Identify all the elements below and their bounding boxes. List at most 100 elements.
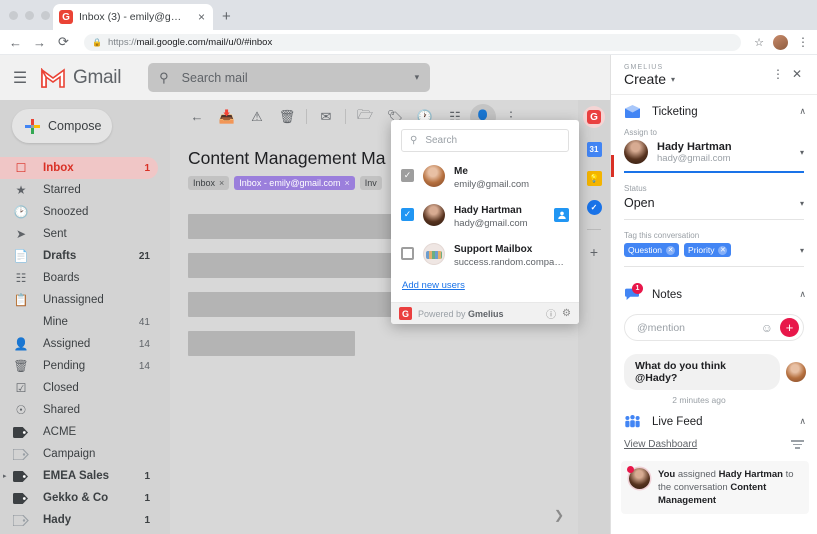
sidebar-item-sent[interactable]: ➤ Sent <box>0 223 158 245</box>
emoji-icon[interactable]: ☺ <box>761 321 773 335</box>
filter-icon[interactable] <box>791 438 804 451</box>
assignee-option-support-mailbox[interactable]: Support Mailbox success.random.company@g… <box>391 234 579 273</box>
back-to-inbox-icon[interactable]: ← <box>182 102 212 132</box>
assignee-selector[interactable]: Hady Hartman hady@gmail.com ▾ <box>624 140 804 169</box>
label-chip[interactable]: Inbox - emily@gmail.com × <box>234 176 355 190</box>
google-calendar-icon[interactable]: 31 <box>586 142 602 157</box>
live-feed-entry-text: You assigned Hady Hartman to the convers… <box>658 468 794 506</box>
chevron-right-icon[interactable]: ▸ <box>3 472 7 480</box>
note-placeholder: @mention <box>637 321 686 334</box>
sidebar-item-closed[interactable]: ☑ Closed <box>0 377 158 399</box>
assignee-email: hady@gmail.com <box>454 218 528 229</box>
gmelius-favicon-icon: G <box>59 10 73 24</box>
remove-tag-icon[interactable]: ✕ <box>666 245 676 255</box>
browser-profile-avatar[interactable] <box>773 34 788 50</box>
sidebar-item-inbox[interactable]: ☐ Inbox 1 <box>0 157 158 179</box>
new-tab-icon[interactable]: + <box>222 8 231 25</box>
tag-chip[interactable]: Priority ✕ <box>684 243 732 257</box>
remove-label-icon[interactable]: × <box>344 178 349 188</box>
move-to-icon[interactable]: 🗁 <box>350 102 380 132</box>
status-selector[interactable]: Open ▾ <box>624 196 804 212</box>
sidebar-item-drafts[interactable]: 📄 Drafts 21 <box>0 245 158 267</box>
sidebar-item-assigned[interactable]: 👤 Assigned 14 <box>0 333 158 355</box>
sidebar-item-campaign[interactable]: Campaign <box>0 443 158 465</box>
chevron-down-icon[interactable]: ▾ <box>800 148 804 157</box>
checkbox-unchecked-icon[interactable] <box>401 247 414 260</box>
inbox-icon: ☐ <box>15 161 27 175</box>
label-chip[interactable]: Inv <box>359 176 382 190</box>
sidebar-item-snoozed[interactable]: 🕑 Snoozed <box>0 201 158 223</box>
help-icon[interactable]: ⓘ <box>546 306 556 321</box>
panel-more-icon[interactable]: ⋮ <box>768 64 788 84</box>
minimize-window-dot[interactable] <box>25 11 34 20</box>
sidebar-item-emea-sales[interactable]: ▸ EMEA Sales 1 <box>0 465 158 487</box>
assign-to-label: Assign to <box>624 128 657 137</box>
address-bar[interactable]: 🔒 https://mail.google.com/mail/u/0/#inbo… <box>84 33 742 51</box>
avatar <box>423 164 445 187</box>
browser-menu-icon[interactable]: ⋮ <box>797 35 809 49</box>
gmelius-addon-icon[interactable]: G <box>583 106 605 128</box>
add-note-button[interactable]: + <box>780 318 799 337</box>
report-spam-icon[interactable]: ⚠ <box>242 102 272 132</box>
checkbox-checked-icon[interactable]: ✓ <box>401 169 414 182</box>
next-conversation-icon[interactable]: ❯ <box>554 508 564 522</box>
assignee-search-input[interactable]: ⚲ Search <box>401 129 569 152</box>
ticketing-section-header[interactable]: Ticketing ∧ <box>611 95 817 128</box>
reload-icon[interactable]: ⟳ <box>56 34 71 50</box>
bookmark-star-icon[interactable]: ☆ <box>754 36 764 49</box>
close-icon[interactable]: ✕ <box>788 64 806 84</box>
sidebar-item-pending[interactable]: 🗑 Pending 14 <box>0 355 158 377</box>
chevron-up-icon[interactable]: ∧ <box>799 289 806 300</box>
sidebar-item-shared[interactable]: ☉ Shared <box>0 399 158 421</box>
window-controls[interactable] <box>9 11 50 20</box>
sidebar-item-acme[interactable]: ACME <box>0 421 158 443</box>
remove-label-icon[interactable]: × <box>219 178 224 188</box>
tag-selector[interactable]: Question ✕ Priority ✕ ▾ <box>624 243 804 259</box>
archive-icon[interactable]: 📥 <box>212 102 242 132</box>
tag-chip[interactable]: Question ✕ <box>624 243 680 257</box>
chevron-down-icon[interactable]: ▾ <box>671 75 675 84</box>
main-menu-icon[interactable]: ☰ <box>10 68 30 88</box>
create-dropdown[interactable]: Create ▾ <box>624 71 768 87</box>
chevron-up-icon[interactable]: ∧ <box>799 416 806 427</box>
gmail-logo[interactable]: Gmail <box>40 67 121 89</box>
add-addon-icon[interactable]: + <box>590 244 598 260</box>
label-chip[interactable]: Inbox × <box>188 176 230 190</box>
close-tab-icon[interactable]: × <box>196 10 207 24</box>
delete-icon[interactable]: 🗑 <box>272 102 302 132</box>
add-new-users-link[interactable]: Add new users <box>391 273 579 302</box>
assignee-option-hady-hartman[interactable]: ✓ Hady Hartman hady@gmail.com <box>391 195 579 234</box>
maximize-window-dot[interactable] <box>41 11 50 20</box>
live-feed-section-header[interactable]: Live Feed ∧ <box>611 405 817 438</box>
contact-card-icon[interactable] <box>554 207 569 222</box>
chevron-down-icon[interactable]: ▾ <box>800 199 804 208</box>
google-keep-icon[interactable]: 💡 <box>586 171 602 186</box>
assignee-option-me[interactable]: ✓ Me emily@gmail.com <box>391 156 579 195</box>
mark-unread-icon[interactable]: ✉ <box>311 102 341 132</box>
view-dashboard-link[interactable]: View Dashboard <box>624 439 791 450</box>
gear-icon[interactable]: ⚙ <box>562 308 571 319</box>
sidebar-item-gekko-and-co[interactable]: Gekko & Co 1 <box>0 487 158 509</box>
sidebar-item-starred[interactable]: ★ Starred <box>0 179 158 201</box>
notes-section-header[interactable]: 1 Notes ∧ <box>611 278 817 311</box>
back-icon[interactable]: ← <box>8 35 23 50</box>
forward-icon[interactable]: → <box>32 35 47 50</box>
google-tasks-icon[interactable]: ✓ <box>586 200 602 215</box>
sidebar-item-mine[interactable]: Mine 41 <box>0 311 158 333</box>
search-input[interactable]: ⚲ Search mail ▾ <box>148 63 431 92</box>
live-feed-entry[interactable]: You assigned Hady Hartman to the convers… <box>621 460 809 514</box>
checkbox-checked-icon[interactable]: ✓ <box>401 208 414 221</box>
sidebar-item-label: Mine <box>43 316 68 328</box>
status-field: Status Open ▾ <box>611 184 817 214</box>
sidebar-item-unassigned[interactable]: 📋 Unassigned <box>0 289 158 311</box>
sidebar-item-hady[interactable]: Hady 1 <box>0 509 158 531</box>
close-window-dot[interactable] <box>9 11 18 20</box>
sidebar-item-boards[interactable]: ☷ Boards <box>0 267 158 289</box>
chevron-down-icon[interactable]: ▾ <box>800 246 804 255</box>
search-options-icon[interactable]: ▾ <box>415 72 420 83</box>
chevron-up-icon[interactable]: ∧ <box>799 106 806 117</box>
note-input[interactable]: @mention ☺ + <box>624 314 804 341</box>
browser-tab[interactable]: G Inbox (3) - emily@gmail... × <box>53 4 213 30</box>
remove-tag-icon[interactable]: ✕ <box>718 245 728 255</box>
compose-button[interactable]: Compose <box>12 109 112 143</box>
